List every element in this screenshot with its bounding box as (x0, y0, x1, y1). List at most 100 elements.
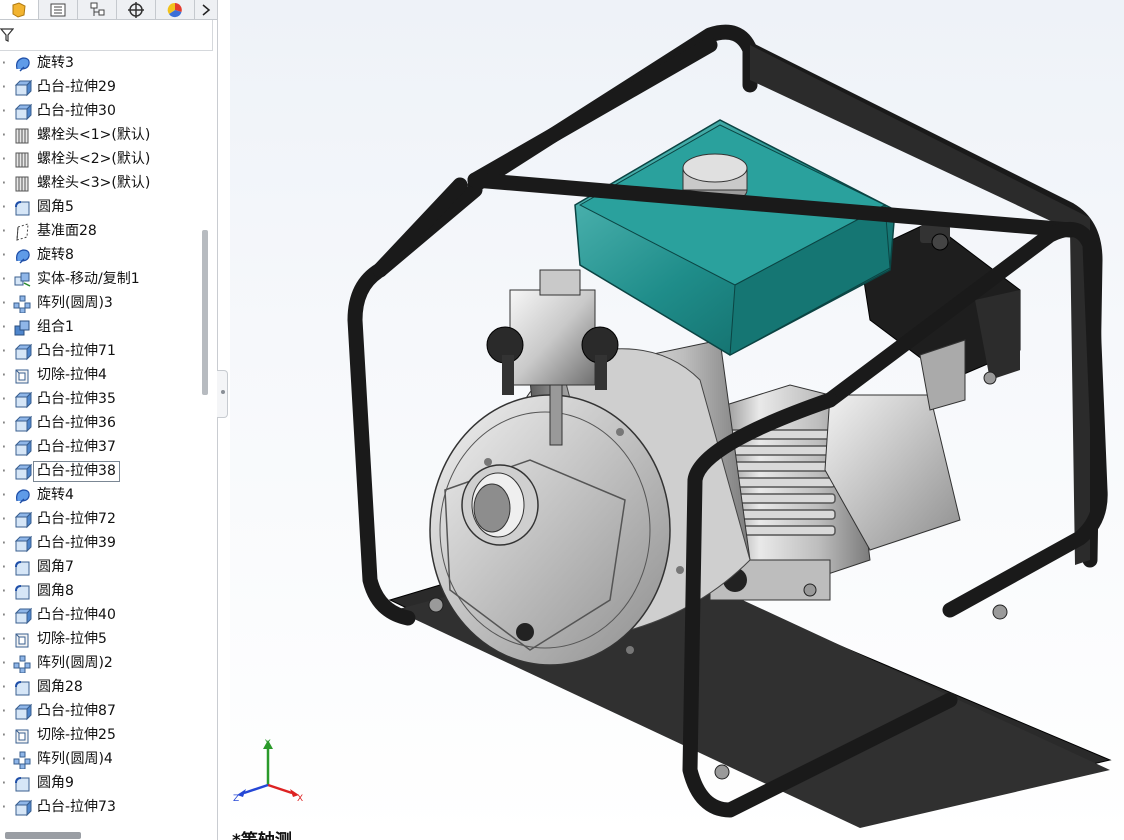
feature-tree-item[interactable]: · 切除-拉伸25 (0, 724, 200, 748)
feature-tree-item-label: 阵列(圆周)3 (37, 295, 113, 311)
graphics-area[interactable]: Y X Z *等轴测 (230, 0, 1124, 840)
fillet-icon (15, 561, 30, 576)
feature-tree-item[interactable]: · 旋转4 (0, 484, 200, 508)
feature-tree-item[interactable]: · 凸台-拉伸30 (0, 100, 200, 124)
feature-tree-item[interactable]: · 凸台-拉伸35 (0, 388, 200, 412)
configuration-manager-tab[interactable] (78, 0, 117, 19)
feature-tree-item-label: 旋转3 (37, 55, 74, 71)
manager-tabs (0, 0, 217, 20)
feature-tree-item[interactable]: · 凸台-拉伸72 (0, 508, 200, 532)
tree-connector: · (0, 488, 8, 503)
feature-tree-item[interactable]: · 圆角7 (0, 556, 200, 580)
boss-extrude-icon (14, 415, 32, 433)
dimxpert-tab[interactable] (117, 0, 156, 19)
feature-tree-item-label: 旋转4 (37, 487, 74, 503)
feature-tree-item[interactable]: · 凸台-拉伸73 (0, 796, 200, 820)
tree-connector: · (0, 704, 8, 719)
feature-tree-item[interactable]: · 凸台-拉伸36 (0, 412, 200, 436)
boss-extrude-icon (14, 535, 32, 553)
revolve-icon (16, 489, 30, 504)
configuration-manager-icon (90, 2, 105, 16)
feature-tree-item-label: 凸台-拉伸36 (37, 415, 116, 431)
feature-tree-item[interactable]: · 凸台-拉伸29 (0, 76, 200, 100)
chevron-right-icon (202, 3, 211, 16)
feature-tree-item[interactable]: · 组合1 (0, 316, 200, 340)
tree-connector: · (0, 176, 8, 191)
pump-model[interactable] (230, 0, 1124, 840)
feature-tree-item[interactable]: · 圆角28 (0, 676, 200, 700)
panel-collapse-handle[interactable] (217, 370, 228, 418)
circular-pattern-icon (13, 751, 31, 769)
bolt-head-icon (15, 128, 29, 144)
feature-tree-item[interactable]: · 凸台-拉伸39 (0, 532, 200, 556)
feature-tree-item[interactable]: · 阵列(圆周)3 (0, 292, 200, 316)
property-manager-tab[interactable] (39, 0, 78, 19)
feature-tree-item[interactable]: · 凸台-拉伸38 (0, 460, 200, 484)
tree-filter-bar[interactable] (0, 20, 213, 51)
feature-tree-item[interactable]: · 旋转3 (0, 52, 200, 76)
feature-tree-item[interactable]: · 切除-拉伸4 (0, 364, 200, 388)
cut-extrude-icon (15, 729, 29, 744)
tree-connector: · (0, 752, 8, 767)
tree-horizontal-scrollbar[interactable] (5, 832, 81, 839)
tree-connector: · (0, 584, 8, 599)
feature-tree-item[interactable]: · 圆角8 (0, 580, 200, 604)
feature-tree-item[interactable]: · 凸台-拉伸87 (0, 700, 200, 724)
tree-connector: · (0, 248, 8, 263)
feature-tree-item[interactable]: · 切除-拉伸5 (0, 628, 200, 652)
feature-tree-item[interactable]: · 圆角9 (0, 772, 200, 796)
circular-pattern-icon (13, 655, 31, 673)
feature-tree-item-label: 圆角8 (37, 583, 74, 599)
boss-extrude-icon (14, 439, 32, 457)
tree-connector: · (0, 320, 8, 335)
panel-splitter[interactable] (217, 0, 229, 840)
filter-icon[interactable] (0, 28, 14, 42)
more-tabs-button[interactable] (195, 0, 217, 19)
boss-extrude-icon (14, 343, 32, 361)
feature-tree-item-label: 圆角28 (37, 679, 83, 695)
feature-tree-item-label: 凸台-拉伸35 (37, 391, 116, 407)
feature-tree-item[interactable]: · 螺栓头<3>(默认) (0, 172, 200, 196)
feature-tree-item[interactable]: · 凸台-拉伸37 (0, 436, 200, 460)
tree-vertical-scrollbar[interactable] (202, 230, 208, 395)
feature-tree-item-label: 凸台-拉伸72 (37, 511, 116, 527)
display-manager-tab[interactable] (156, 0, 195, 19)
revolve-icon (16, 249, 30, 264)
boss-extrude-icon (14, 463, 32, 481)
feature-tree-item-label: 凸台-拉伸38 (33, 461, 120, 482)
feature-tree-item[interactable]: · 凸台-拉伸40 (0, 604, 200, 628)
triad-z-label: Z (233, 794, 239, 804)
feature-tree-item[interactable]: · 圆角5 (0, 196, 200, 220)
feature-tree-item-label: 圆角5 (37, 199, 74, 215)
feature-manager-tab[interactable] (0, 0, 39, 19)
feature-tree-item-label: 组合1 (37, 319, 74, 335)
cut-extrude-icon (15, 633, 29, 648)
feature-tree-item-label: 切除-拉伸25 (37, 727, 116, 743)
fillet-icon (15, 777, 30, 792)
feature-tree-item[interactable]: · 旋转8 (0, 244, 200, 268)
feature-tree-item-label: 圆角7 (37, 559, 74, 575)
feature-tree-item-label: 阵列(圆周)4 (37, 751, 113, 767)
display-manager-icon (167, 2, 182, 17)
feature-tree-item[interactable]: · 凸台-拉伸71 (0, 340, 200, 364)
tree-connector: · (0, 464, 8, 479)
property-manager-icon (50, 3, 66, 16)
revolve-icon (16, 57, 30, 72)
feature-tree-item[interactable]: · 螺栓头<2>(默认) (0, 148, 200, 172)
feature-tree-item[interactable]: · 阵列(圆周)2 (0, 652, 200, 676)
feature-tree-item[interactable]: · 阵列(圆周)4 (0, 748, 200, 772)
view-triad: Y X Z (233, 739, 303, 804)
tree-connector: · (0, 104, 8, 119)
feature-tree-item-label: 凸台-拉伸71 (37, 343, 116, 359)
tree-connector: · (0, 200, 8, 215)
feature-tree-item[interactable]: · 螺栓头<1>(默认) (0, 124, 200, 148)
collapse-handle-dot (221, 390, 225, 394)
tree-connector: · (0, 656, 8, 671)
feature-tree-item[interactable]: · 实体-移动/复制1 (0, 268, 200, 292)
fuel-tank (574, 119, 896, 356)
feature-tree-item-label: 基准面28 (37, 223, 97, 239)
tree-connector: · (0, 608, 8, 623)
feature-tree-item-label: 凸台-拉伸40 (37, 607, 116, 623)
tree-connector: · (0, 272, 8, 287)
feature-tree-item[interactable]: · 基准面28 (0, 220, 200, 244)
